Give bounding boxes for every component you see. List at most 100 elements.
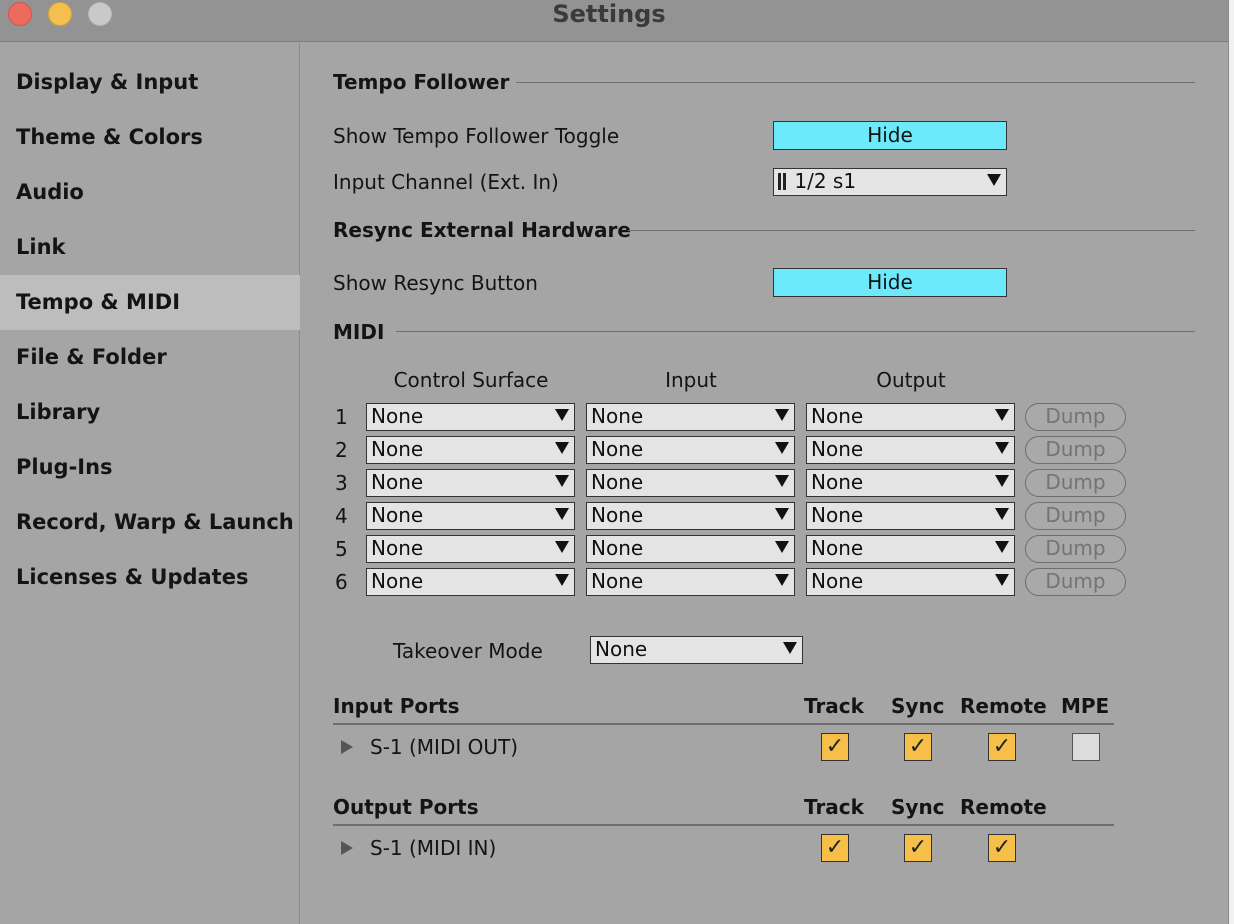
midi-input-dropdown[interactable]: None: [586, 436, 795, 464]
window-title: Settings: [552, 0, 666, 28]
title-bar: Settings: [0, 0, 1228, 42]
dropdown-arrow-icon: [995, 409, 1009, 421]
show-resync-toggle-button[interactable]: Hide: [773, 268, 1007, 297]
dump-button[interactable]: Dump: [1025, 535, 1126, 563]
dropdown-value: None: [371, 503, 424, 527]
sidebar-item-audio[interactable]: Audio: [0, 165, 300, 220]
control-surface-dropdown[interactable]: None: [366, 469, 575, 497]
midi-row-number: 6: [335, 570, 348, 594]
control-surface-dropdown[interactable]: None: [366, 403, 575, 431]
control-surface-dropdown[interactable]: None: [366, 535, 575, 563]
dropdown-arrow-icon: [555, 508, 569, 520]
show-tempo-follower-toggle-label: Show Tempo Follower Toggle: [333, 124, 620, 148]
input-channel-label: Input Channel (Ext. In): [333, 170, 559, 194]
dropdown-arrow-icon: [555, 574, 569, 586]
sidebar-item-record-warp-launch[interactable]: Record, Warp & Launch: [0, 495, 300, 550]
control-surface-dropdown[interactable]: None: [366, 568, 575, 596]
takeover-mode-dropdown[interactable]: None: [590, 636, 803, 664]
sidebar-item-plug-ins[interactable]: Plug-Ins: [0, 440, 300, 495]
midi-row-number: 3: [335, 471, 348, 495]
output-port-name: S-1 (MIDI IN): [370, 836, 497, 860]
dump-button[interactable]: Dump: [1025, 403, 1126, 431]
section-divider: [333, 723, 1114, 725]
output-port-sync-checkbox[interactable]: ✓: [904, 834, 932, 862]
midi-row-number: 5: [335, 537, 348, 561]
output-ports-remote-header: Remote: [960, 795, 1047, 819]
midi-output-dropdown[interactable]: None: [806, 535, 1015, 563]
sidebar-item-licenses-updates[interactable]: Licenses & Updates: [0, 550, 300, 605]
dump-button[interactable]: Dump: [1025, 568, 1126, 596]
takeover-mode-label: Takeover Mode: [393, 639, 543, 663]
midi-output-dropdown[interactable]: None: [806, 403, 1015, 431]
midi-output-dropdown[interactable]: None: [806, 502, 1015, 530]
dropdown-value: None: [591, 569, 644, 593]
dropdown-arrow-icon: [555, 475, 569, 487]
input-column-header: Input: [665, 368, 717, 392]
dropdown-arrow-icon: [987, 174, 1001, 186]
midi-output-dropdown[interactable]: None: [806, 469, 1015, 497]
dropdown-value: None: [811, 437, 864, 461]
dropdown-value: None: [811, 470, 864, 494]
dropdown-arrow-icon: [775, 574, 789, 586]
output-port-track-checkbox[interactable]: ✓: [821, 834, 849, 862]
dropdown-arrow-icon: [775, 475, 789, 487]
midi-input-dropdown[interactable]: None: [586, 469, 795, 497]
expand-triangle-icon[interactable]: [341, 740, 353, 754]
level-meter-icon: [783, 173, 786, 190]
adjacent-window-edge: [1228, 0, 1234, 924]
midi-input-dropdown[interactable]: None: [586, 403, 795, 431]
resync-heading: Resync External Hardware: [333, 218, 631, 242]
input-port-sync-checkbox[interactable]: ✓: [904, 733, 932, 761]
input-channel-value: 1/2 s1: [794, 169, 857, 193]
midi-output-dropdown[interactable]: None: [806, 436, 1015, 464]
midi-input-dropdown[interactable]: None: [586, 568, 795, 596]
output-ports-sync-header: Sync: [891, 795, 945, 819]
midi-row-number: 1: [335, 405, 348, 429]
output-port-remote-checkbox[interactable]: ✓: [988, 834, 1016, 862]
midi-input-dropdown[interactable]: None: [586, 535, 795, 563]
control-surface-dropdown[interactable]: None: [366, 436, 575, 464]
sidebar-item-theme-colors[interactable]: Theme & Colors: [0, 110, 300, 165]
dropdown-value: None: [591, 470, 644, 494]
input-port-mpe-checkbox[interactable]: [1072, 733, 1100, 761]
expand-triangle-icon[interactable]: [341, 841, 353, 855]
midi-heading: MIDI: [333, 320, 385, 344]
dropdown-arrow-icon: [995, 541, 1009, 553]
input-port-remote-checkbox[interactable]: ✓: [988, 733, 1016, 761]
dropdown-arrow-icon: [995, 442, 1009, 454]
sidebar-item-link[interactable]: Link: [0, 220, 300, 275]
midi-input-dropdown[interactable]: None: [586, 502, 795, 530]
dump-button[interactable]: Dump: [1025, 436, 1126, 464]
input-ports-heading: Input Ports: [333, 694, 460, 718]
input-channel-dropdown[interactable]: 1/2 s1: [773, 168, 1007, 196]
settings-main-panel: Tempo Follower Show Tempo Follower Toggl…: [301, 43, 1228, 924]
output-ports-heading: Output Ports: [333, 795, 479, 819]
input-ports-track-header: Track: [804, 694, 864, 718]
sidebar-item-file-folder[interactable]: File & Folder: [0, 330, 300, 385]
output-ports-track-header: Track: [804, 795, 864, 819]
settings-sidebar: Display & Input Theme & Colors Audio Lin…: [0, 43, 300, 924]
midi-output-dropdown[interactable]: None: [806, 568, 1015, 596]
section-divider: [628, 230, 1195, 231]
sidebar-item-tempo-midi[interactable]: Tempo & MIDI: [0, 275, 300, 330]
sidebar-item-display-input[interactable]: Display & Input: [0, 55, 300, 110]
dropdown-arrow-icon: [775, 508, 789, 520]
dump-button[interactable]: Dump: [1025, 469, 1126, 497]
midi-row-number: 2: [335, 438, 348, 462]
level-meter-icon: [778, 173, 781, 190]
dropdown-value: None: [595, 637, 648, 661]
dropdown-value: None: [811, 404, 864, 428]
dropdown-value: None: [591, 437, 644, 461]
dropdown-arrow-icon: [995, 508, 1009, 520]
input-ports-mpe-header: MPE: [1061, 694, 1110, 718]
dropdown-value: None: [371, 470, 424, 494]
section-divider: [516, 82, 1195, 83]
input-port-track-checkbox[interactable]: ✓: [821, 733, 849, 761]
sidebar-item-library[interactable]: Library: [0, 385, 300, 440]
control-surface-dropdown[interactable]: None: [366, 502, 575, 530]
dump-button[interactable]: Dump: [1025, 502, 1126, 530]
input-ports-remote-header: Remote: [960, 694, 1047, 718]
show-tempo-follower-toggle-button[interactable]: Hide: [773, 121, 1007, 150]
dropdown-arrow-icon: [555, 541, 569, 553]
output-column-header: Output: [876, 368, 946, 392]
